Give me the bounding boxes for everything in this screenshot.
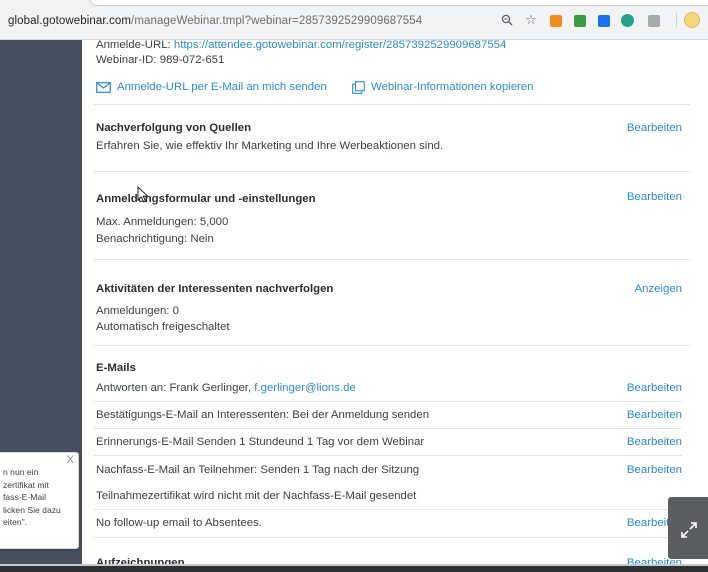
- extension-teal-icon[interactable]: [621, 14, 634, 27]
- confirmation-email-text: Bestätigungs-E-Mail an Interessenten: Be…: [96, 409, 430, 421]
- mouse-cursor-icon: [137, 186, 149, 203]
- url-path: /manageWebinar.tmpl?webinar=285739252990…: [131, 15, 423, 27]
- help-tooltip: X n nun ein zertifikat mit fass-E-Mail l…: [0, 452, 79, 549]
- row-divider: [94, 401, 682, 402]
- expand-arrows-icon: [681, 522, 697, 538]
- reminder-email-text: Erinnerungs-E-Mail Senden 1 Stundeund 1 …: [96, 436, 425, 448]
- section-divider: [94, 171, 690, 172]
- extension-blue-icon[interactable]: [598, 15, 610, 27]
- reminder-email-edit-link[interactable]: Bearbeiten: [627, 435, 682, 449]
- browser-tab-strip-edge: [88, 0, 708, 6]
- auto-approved-text: Automatisch freigeschaltet: [96, 321, 230, 333]
- webinar-id-row: Webinar-ID: 989-072-651: [96, 53, 224, 67]
- toolbar-divider: [676, 12, 677, 28]
- emails-title: E-Mails: [96, 362, 136, 374]
- tooltip-line: zertifikat mit: [3, 479, 49, 490]
- extension-grey-icon[interactable]: [648, 15, 660, 27]
- copy-webinar-info-button[interactable]: Webinar-Informationen kopieren: [352, 80, 534, 94]
- webinar-id-label: Webinar-ID:: [96, 54, 157, 66]
- email-reply-to-row: Antworten an: Frank Gerlinger, f.gerling…: [96, 381, 356, 395]
- email-registration-url-button[interactable]: Anmelde-URL per E-Mail an mich senden: [96, 80, 327, 94]
- expand-panel-button[interactable]: [668, 497, 708, 559]
- tooltip-line: n nun ein: [3, 467, 39, 477]
- browser-address-bar[interactable]: global.gotowebinar.com/manageWebinar.tmp…: [0, 0, 708, 40]
- copy-webinar-info-label: Webinar-Informationen kopieren: [371, 81, 534, 93]
- extension-green-icon[interactable]: [574, 15, 586, 27]
- confirmation-email-edit-link[interactable]: Bearbeiten: [627, 408, 682, 422]
- tooltip-close-icon[interactable]: X: [67, 454, 74, 466]
- tooltip-line: fass-E-Mail: [3, 492, 46, 502]
- registration-form-title: Anmeldungsformular und -einstellungen: [96, 193, 316, 205]
- registration-form-edit-link[interactable]: Bearbeiten: [627, 190, 682, 204]
- registration-url-link[interactable]: https://attendee.gotowebinar.com/registe…: [174, 40, 506, 51]
- reply-to-text: Antworten an: Frank Gerlinger,: [96, 382, 252, 394]
- url-text[interactable]: global.gotowebinar.com/manageWebinar.tmp…: [8, 15, 422, 27]
- source-tracking-edit-link[interactable]: Bearbeiten: [627, 121, 682, 135]
- reply-to-edit-link[interactable]: Bearbeiten: [627, 381, 682, 395]
- registrations-count-text: Anmeldungen: 0: [96, 305, 179, 317]
- registration-url-label: Anmelde-URL:: [96, 40, 171, 51]
- absentee-email-text: No follow-up email to Absentees.: [96, 517, 262, 529]
- extension-orange-icon[interactable]: [550, 15, 562, 27]
- row-divider: [94, 455, 682, 456]
- email-registration-url-label: Anmelde-URL per E-Mail an mich senden: [117, 81, 327, 93]
- webinar-id-value: 989-072-651: [159, 54, 225, 66]
- profile-avatar-icon[interactable]: [684, 12, 700, 28]
- url-host: global.gotowebinar.com: [8, 15, 132, 27]
- bookmark-star-icon[interactable]: ☆: [524, 13, 538, 27]
- registration-url-row: Anmelde-URL: https://attendee.gotowebina…: [96, 40, 506, 52]
- section-divider: [94, 345, 690, 346]
- source-tracking-title: Nachverfolgung von Quellen: [96, 122, 252, 134]
- zoom-icon[interactable]: [500, 13, 514, 27]
- prospect-activity-title: Aktivitäten der Interessenten nachverfol…: [96, 283, 334, 295]
- followup-email-edit-link[interactable]: Bearbeiten: [627, 463, 682, 477]
- source-tracking-description: Erfahren Sie, wie effektiv Ihr Marketing…: [96, 140, 444, 152]
- row-divider: [94, 509, 682, 510]
- row-divider: [94, 537, 682, 538]
- taskbar-strip: [0, 566, 708, 572]
- tooltip-line: eiten".: [3, 517, 28, 527]
- prospect-activity-view-link[interactable]: Anzeigen: [635, 282, 683, 296]
- section-divider: [94, 104, 690, 105]
- mail-icon: [96, 81, 111, 93]
- webinar-settings-panel: Anmelde-URL: https://attendee.gotowebina…: [82, 40, 708, 566]
- copy-icon: [352, 80, 365, 94]
- notification-text: Benachrichtigung: Nein: [96, 233, 214, 245]
- certificate-text: Teilnahmezertifikat wird nicht mit der N…: [96, 490, 417, 502]
- followup-email-text: Nachfass-E-Mail an Teilnehmer: Senden 1 …: [96, 464, 420, 476]
- section-divider: [94, 259, 690, 260]
- row-divider: [94, 428, 682, 429]
- tooltip-line: licken Sie dazu: [3, 504, 61, 515]
- reply-to-email-link[interactable]: f.gerlinger@lions.de: [254, 382, 355, 394]
- max-registrations-text: Max. Anmeldungen: 5,000: [96, 216, 229, 228]
